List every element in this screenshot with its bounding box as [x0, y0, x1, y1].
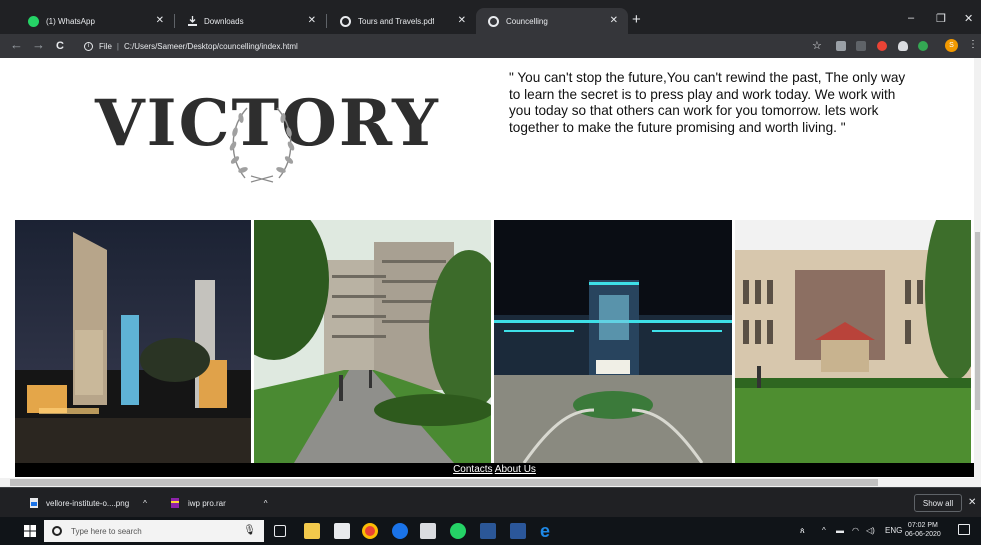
notes-icon[interactable] — [420, 523, 436, 539]
globe-icon — [488, 15, 499, 27]
clock-date: 06-06-2020 — [905, 531, 941, 538]
file-explorer-icon[interactable] — [304, 523, 320, 539]
horizontal-scroll-thumb[interactable] — [10, 479, 878, 486]
whatsapp-icon[interactable] — [450, 523, 466, 539]
edge-icon[interactable]: e — [540, 522, 556, 540]
tab-downloads[interactable]: Downloads ✕ — [176, 8, 326, 34]
task-view-icon[interactable] — [274, 525, 286, 537]
extension-icon[interactable] — [877, 41, 887, 51]
tab-strip: (1) WhatsApp ✕ Downloads ✕ Tours and Tra… — [0, 0, 981, 34]
tab-councelling[interactable]: Councelling ✕ — [476, 8, 628, 34]
forward-button[interactable]: → — [32, 38, 45, 52]
microphone-icon[interactable]: 🎙 — [243, 525, 256, 536]
chevron-up-icon[interactable]: ^ — [822, 526, 826, 535]
tab-divider — [326, 14, 327, 28]
close-shelf-button[interactable]: ✕ — [968, 497, 976, 508]
url-separator: | — [116, 41, 119, 51]
taskbar: Type here to search 🎙 e ጰ ^ ▬ ◠ ◁) ENG 0… — [0, 517, 981, 545]
url-text: C:/Users/Sameer/Desktop/councelling/inde… — [123, 41, 298, 51]
extension-icon[interactable] — [856, 41, 866, 51]
browser-window: (1) WhatsApp ✕ Downloads ✕ Tours and Tra… — [0, 0, 981, 545]
clock[interactable]: 07:02 PM 06-06-2020 — [905, 521, 941, 539]
contacts-link[interactable]: Contacts — [453, 464, 492, 475]
close-tab-icon[interactable]: ✕ — [458, 15, 466, 26]
laurel-wreath-icon — [229, 107, 295, 183]
close-tab-icon[interactable]: ✕ — [610, 15, 618, 26]
menu-icon[interactable]: ⋮ — [968, 39, 978, 50]
download-icon — [188, 16, 197, 26]
taskbar-search-input[interactable]: Type here to search 🎙 — [44, 520, 264, 542]
extension-icon[interactable] — [836, 41, 846, 51]
close-tab-icon[interactable]: ✕ — [156, 15, 164, 26]
profile-avatar[interactable]: S — [945, 39, 958, 52]
campus-photo-night-tower — [15, 220, 251, 463]
app-icon[interactable] — [480, 523, 496, 539]
vertical-scroll-thumb[interactable] — [975, 232, 980, 410]
download-item[interactable]: iwp pro.rar ^ — [170, 498, 268, 508]
cortana-icon — [52, 526, 62, 536]
back-button[interactable]: ← — [10, 38, 23, 52]
archive-file-icon — [171, 498, 179, 508]
globe-icon — [340, 15, 351, 27]
close-window-button[interactable]: ✕ — [964, 12, 973, 25]
campus-photo-lit-building — [494, 220, 732, 463]
minimize-button[interactable]: – — [908, 12, 914, 24]
image-file-icon — [30, 498, 38, 508]
download-filename: vellore-institute-o....png — [46, 498, 130, 508]
store-icon[interactable] — [334, 523, 350, 539]
new-tab-button[interactable]: + — [632, 12, 641, 27]
battery-icon[interactable]: ▬ — [836, 526, 844, 535]
quote-text: " You can't stop the future,You can't re… — [509, 70, 906, 135]
download-shelf: vellore-institute-o....png ^ iwp pro.rar… — [0, 487, 981, 517]
download-item[interactable]: vellore-institute-o....png ^ — [30, 498, 147, 508]
victory-logo: VICTORY — [95, 84, 438, 184]
search-placeholder: Type here to search — [71, 526, 142, 536]
download-filename: iwp pro.rar — [188, 498, 226, 508]
bookmark-star-icon[interactable]: ☆ — [812, 39, 822, 53]
url-scheme: File — [99, 41, 112, 51]
tab-whatsapp[interactable]: (1) WhatsApp ✕ — [16, 8, 174, 34]
close-tab-icon[interactable]: ✕ — [308, 15, 316, 26]
info-icon[interactable]: i — [84, 41, 93, 51]
clock-time: 07:02 PM — [907, 522, 938, 529]
campus-photo-main-building — [735, 220, 971, 463]
app-icon[interactable] — [392, 523, 408, 539]
toolbar: ← → C i File | C:/Users/Sameer/Desktop/c… — [0, 34, 981, 58]
whatsapp-icon — [28, 15, 39, 27]
show-all-button[interactable]: Show all — [914, 494, 962, 512]
campus-gallery — [15, 220, 974, 463]
tab-divider — [174, 14, 175, 28]
word-icon[interactable] — [510, 523, 526, 539]
about-us-link[interactable]: About Us — [495, 464, 536, 475]
tab-pdf[interactable]: Tours and Travels.pdf ✕ — [328, 8, 476, 34]
chevron-up-icon[interactable]: ^ — [143, 499, 147, 508]
people-icon[interactable]: ጰ — [800, 526, 805, 536]
notifications-icon[interactable] — [958, 524, 970, 535]
chevron-up-icon[interactable]: ^ — [264, 499, 268, 508]
campus-photo-walkway — [254, 220, 491, 463]
chrome-icon[interactable] — [362, 523, 378, 539]
footer-nav: Contacts About Us — [15, 463, 974, 477]
address-bar[interactable]: i File | C:/Users/Sameer/Desktop/councel… — [84, 38, 844, 54]
maximize-button[interactable]: ❐ — [936, 12, 946, 25]
reload-button[interactable]: C — [56, 39, 64, 53]
shield-icon[interactable] — [898, 41, 908, 51]
language-indicator[interactable]: ENG — [885, 526, 902, 535]
wifi-icon[interactable]: ◠ — [852, 526, 859, 535]
page-viewport: VICTORY " You can't stop the future,You … — [15, 58, 974, 478]
windows-start-icon[interactable] — [24, 525, 36, 537]
volume-icon[interactable]: ◁) — [866, 526, 875, 535]
extension-icon[interactable] — [918, 41, 928, 51]
